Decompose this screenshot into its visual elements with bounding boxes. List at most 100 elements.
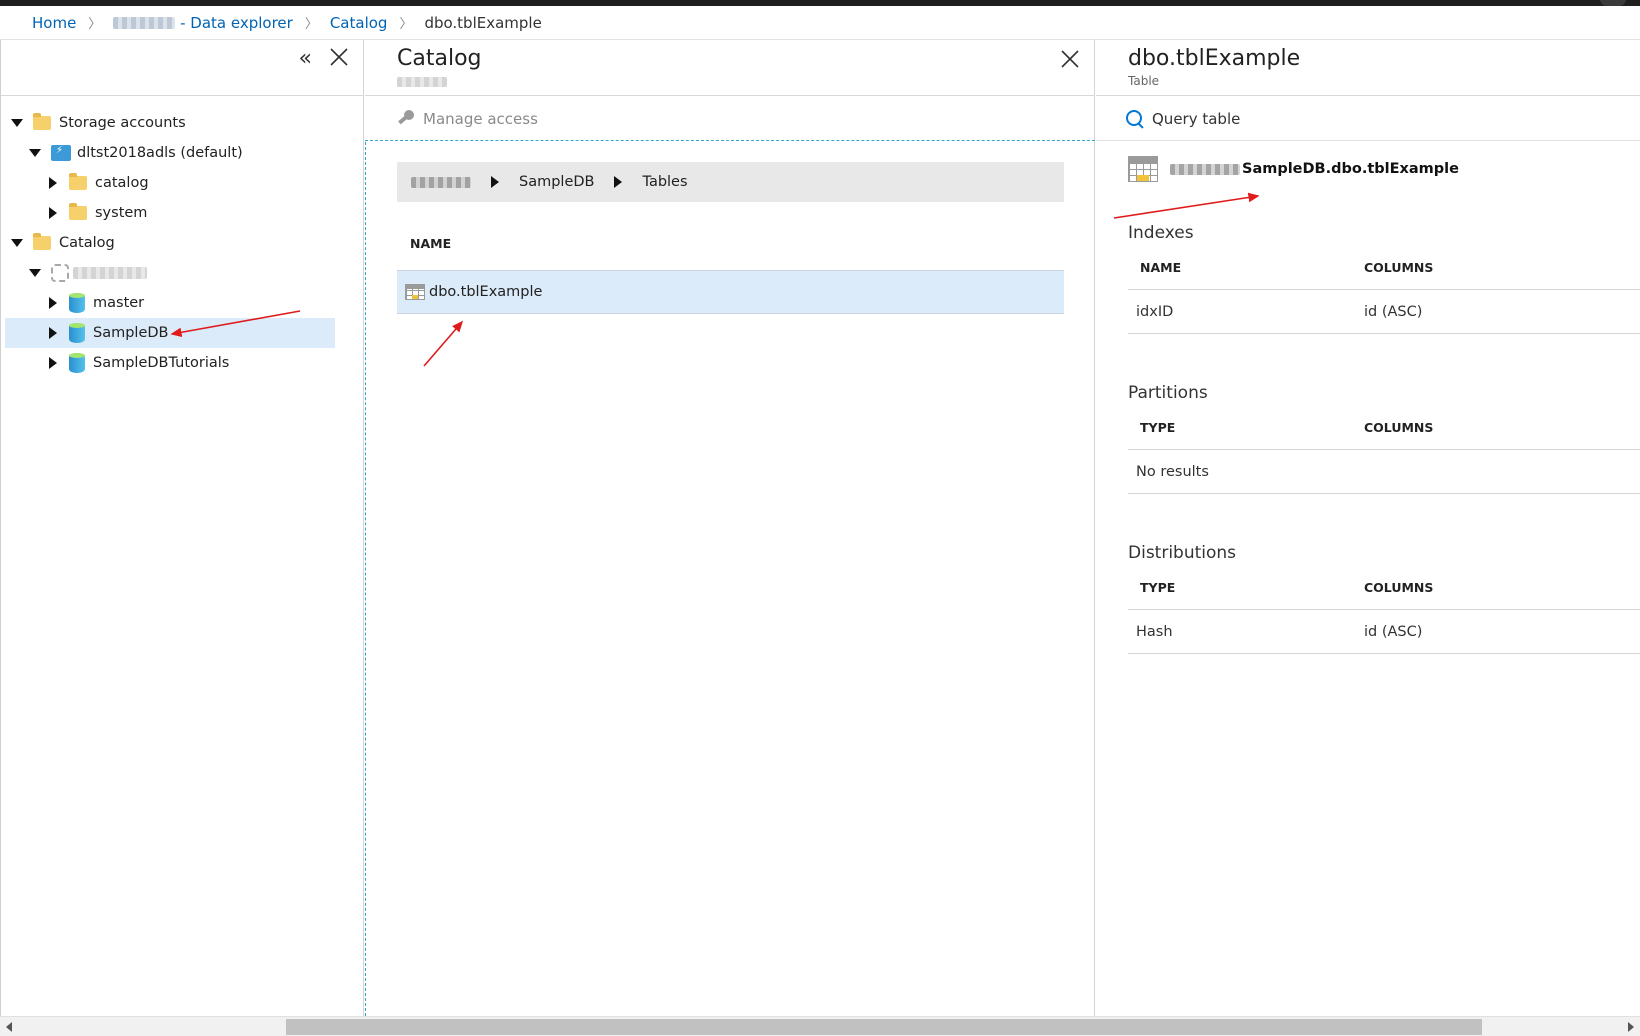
breadcrumb: Home 〉 - Data explorer 〉 Catalog 〉 dbo.t… (0, 6, 1640, 40)
redacted-account-name (1170, 163, 1240, 175)
table-name: dbo.tblExample (429, 284, 543, 300)
breadcrumb-current: dbo.tblExample (424, 13, 542, 32)
tree-item-label: master (93, 295, 145, 311)
tree-item-storage-account[interactable]: dltst2018adls (default) (1, 138, 364, 168)
folder-icon (69, 173, 87, 190)
catalog-body: SampleDB Tables NAME dbo.tblExample (365, 142, 1095, 1016)
breadcrumb-data-explorer-label: - Data explorer (180, 13, 293, 32)
table-icon (405, 284, 425, 300)
explorer-tree-panel: « Storage accounts dltst2018adls (defaul… (0, 40, 364, 1016)
manage-access-button[interactable]: Manage access (395, 109, 538, 129)
tree-item-label: catalog (95, 175, 149, 191)
path-bar: SampleDB Tables (397, 162, 1064, 202)
partitions-table: TYPE COLUMNS No results (1128, 406, 1640, 494)
tree-item-catalog-folder[interactable]: catalog (1, 168, 364, 198)
chevron-right-icon: 〉 (88, 17, 102, 32)
query-table-button[interactable]: Query table (1096, 97, 1640, 141)
table-header: TYPE COLUMNS (1128, 566, 1640, 610)
empty-message: No results (1136, 463, 1209, 480)
caret-right-icon (491, 176, 499, 188)
path-account[interactable] (411, 176, 471, 188)
caret-right-icon[interactable] (49, 327, 57, 339)
analytics-account-icon (51, 264, 69, 282)
column-header[interactable]: COLUMNS (1364, 260, 1433, 275)
breadcrumb-data-explorer[interactable]: - Data explorer (113, 14, 293, 32)
close-icon[interactable] (328, 46, 350, 68)
table-details-panel: dbo.tblExample Table Query table SampleD… (1096, 40, 1640, 1016)
distribution-type: Hash (1136, 623, 1173, 640)
caret-right-icon (614, 176, 623, 188)
tree-item-label: SampleDBTutorials (93, 355, 230, 371)
tree-item-label: system (95, 205, 148, 221)
tree-item-adla-account[interactable] (1, 258, 364, 288)
search-icon (1126, 109, 1144, 128)
tree-item-sampledb[interactable]: SampleDB (5, 318, 335, 348)
column-header[interactable]: NAME (1128, 260, 1364, 275)
redacted-account-name (73, 267, 147, 279)
distributions-title: Distributions (1128, 543, 1237, 563)
database-icon (69, 323, 85, 343)
breadcrumb-home[interactable]: Home (32, 14, 76, 32)
table-row[interactable]: dbo.tblExample (397, 270, 1064, 314)
panel-subtitle (397, 74, 447, 90)
name-column-header[interactable]: NAME (410, 236, 451, 251)
index-columns: id (ASC) (1364, 303, 1423, 320)
folder-icon (33, 113, 51, 130)
breadcrumb-catalog[interactable]: Catalog (330, 14, 388, 32)
caret-right-icon[interactable] (49, 177, 57, 189)
tree-item-storage-accounts[interactable]: Storage accounts (1, 108, 364, 138)
table-row: Hash id (ASC) (1128, 610, 1640, 654)
path-db[interactable]: SampleDB (519, 174, 594, 190)
collapse-icon[interactable]: « (299, 46, 312, 71)
caret-down-icon[interactable] (29, 269, 41, 277)
tree-item-label: SampleDB (93, 325, 169, 341)
scroll-left-icon[interactable] (6, 1022, 12, 1032)
caret-right-icon[interactable] (49, 357, 57, 369)
path-tables[interactable]: Tables (642, 174, 687, 190)
panel-subtitle: Table (1128, 74, 1160, 88)
caret-right-icon[interactable] (49, 297, 57, 309)
tree-item-master[interactable]: master (1, 288, 364, 318)
horizontal-scrollbar[interactable] (0, 1016, 1640, 1036)
close-icon[interactable] (1059, 48, 1081, 70)
caret-right-icon[interactable] (49, 207, 57, 219)
table-fqn-text: SampleDB.dbo.tblExample (1242, 161, 1459, 177)
catalog-panel: Catalog Manage access SampleDB Tables NA… (365, 40, 1095, 1016)
table-icon (1128, 156, 1158, 182)
tree-item-label: dltst2018adls (default) (77, 145, 243, 161)
tree-view: Storage accounts dltst2018adls (default)… (1, 108, 364, 378)
database-icon (69, 353, 85, 373)
chevron-right-icon: 〉 (399, 17, 413, 32)
folder-icon (33, 233, 51, 250)
scrollbar-thumb[interactable] (286, 1019, 1482, 1035)
table-row: idxID id (ASC) (1128, 290, 1640, 334)
partitions-title: Partitions (1128, 383, 1208, 403)
panel-title: Catalog (397, 46, 482, 71)
caret-down-icon[interactable] (11, 239, 23, 247)
caret-down-icon[interactable] (29, 149, 41, 157)
key-icon (395, 109, 415, 129)
tree-item-catalog[interactable]: Catalog (1, 228, 364, 258)
panel-title: dbo.tblExample (1128, 46, 1301, 71)
tree-item-label: Catalog (59, 235, 115, 251)
tree-item-label: Storage accounts (59, 115, 186, 131)
column-header[interactable]: COLUMNS (1364, 580, 1433, 595)
left-panel-header: « (1, 40, 364, 96)
index-name: idxID (1136, 303, 1174, 320)
folder-icon (69, 203, 87, 220)
column-header[interactable]: TYPE (1128, 580, 1364, 595)
catalog-toolbar: Manage access (365, 97, 1095, 141)
table-details-header: dbo.tblExample Table (1096, 40, 1640, 96)
tree-item-system-folder[interactable]: system (1, 198, 364, 228)
manage-access-label: Manage access (423, 109, 538, 128)
column-header[interactable]: TYPE (1128, 420, 1364, 435)
column-header[interactable]: COLUMNS (1364, 420, 1433, 435)
scroll-right-icon[interactable] (1628, 1022, 1634, 1032)
table-row: No results (1128, 450, 1640, 494)
caret-down-icon[interactable] (11, 119, 23, 127)
table-header: TYPE COLUMNS (1128, 406, 1640, 450)
redacted-account-name (397, 77, 447, 87)
database-icon (69, 293, 85, 313)
storage-icon (51, 145, 71, 161)
tree-item-sampledbtutorials[interactable]: SampleDBTutorials (1, 348, 364, 378)
